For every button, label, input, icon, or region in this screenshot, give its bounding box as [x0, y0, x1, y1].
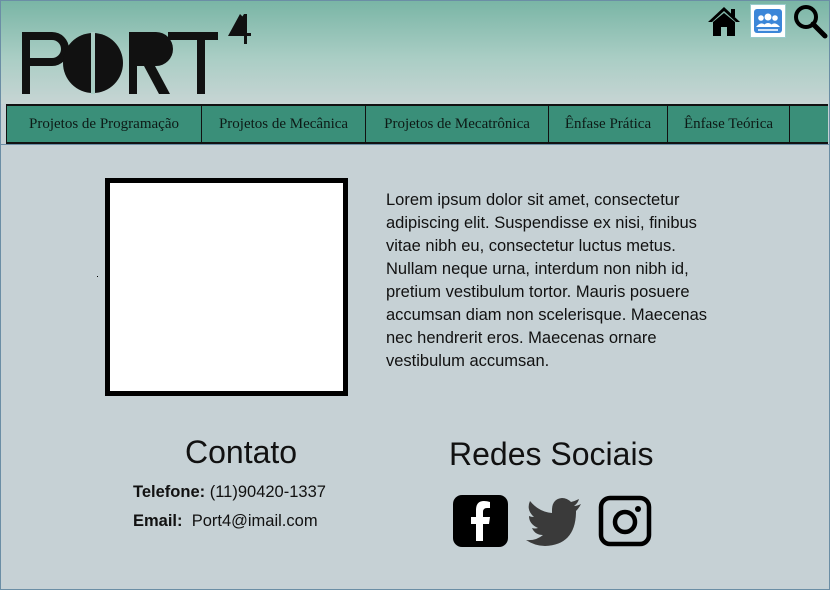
main-nav: Projetos de Programação Projetos de Mecâ…: [6, 104, 828, 144]
twitter-icon: [526, 498, 581, 546]
nav-item-enfase-teorica[interactable]: Ênfase Teórica: [668, 106, 790, 142]
users-icon: [754, 9, 782, 33]
social-title: Redes Sociais: [449, 436, 654, 472]
search-icon: [794, 5, 828, 39]
search-button[interactable]: [791, 3, 829, 39]
nav-item-mecatronica[interactable]: Projetos de Mecatrônica: [366, 106, 549, 142]
home-button[interactable]: [706, 4, 742, 38]
port4-logo[interactable]: [18, 10, 268, 100]
image-placeholder: [105, 178, 348, 396]
nav-item-programacao[interactable]: Projetos de Programação: [6, 106, 202, 142]
intro-paragraph: Lorem ipsum dolor sit amet, consectetur …: [386, 191, 708, 370]
users-button[interactable]: [750, 4, 786, 38]
phone-row: Telefone: (11)90420-1337: [133, 483, 326, 502]
facebook-icon: [453, 495, 508, 547]
header-divider: [0, 144, 830, 145]
nav-item-mecanica[interactable]: Projetos de Mecânica: [202, 106, 366, 142]
header: [0, 0, 830, 104]
contact-title: Contato: [185, 434, 298, 470]
email-value[interactable]: Port4@imail.com: [192, 512, 318, 530]
instagram-link[interactable]: [598, 494, 654, 553]
email-row: Email: Port4@imail.com: [133, 512, 318, 531]
phone-value: (11)90420-1337: [209, 483, 326, 501]
twitter-link[interactable]: [525, 494, 583, 553]
nav-item-enfase-pratica[interactable]: Ênfase Prática: [549, 106, 668, 142]
facebook-link[interactable]: [452, 494, 509, 553]
instagram-icon: [598, 495, 652, 547]
email-label: Email:: [133, 512, 183, 530]
phone-label: Telefone:: [133, 483, 206, 501]
stray-dot: [97, 276, 98, 277]
home-icon: [708, 7, 740, 36]
